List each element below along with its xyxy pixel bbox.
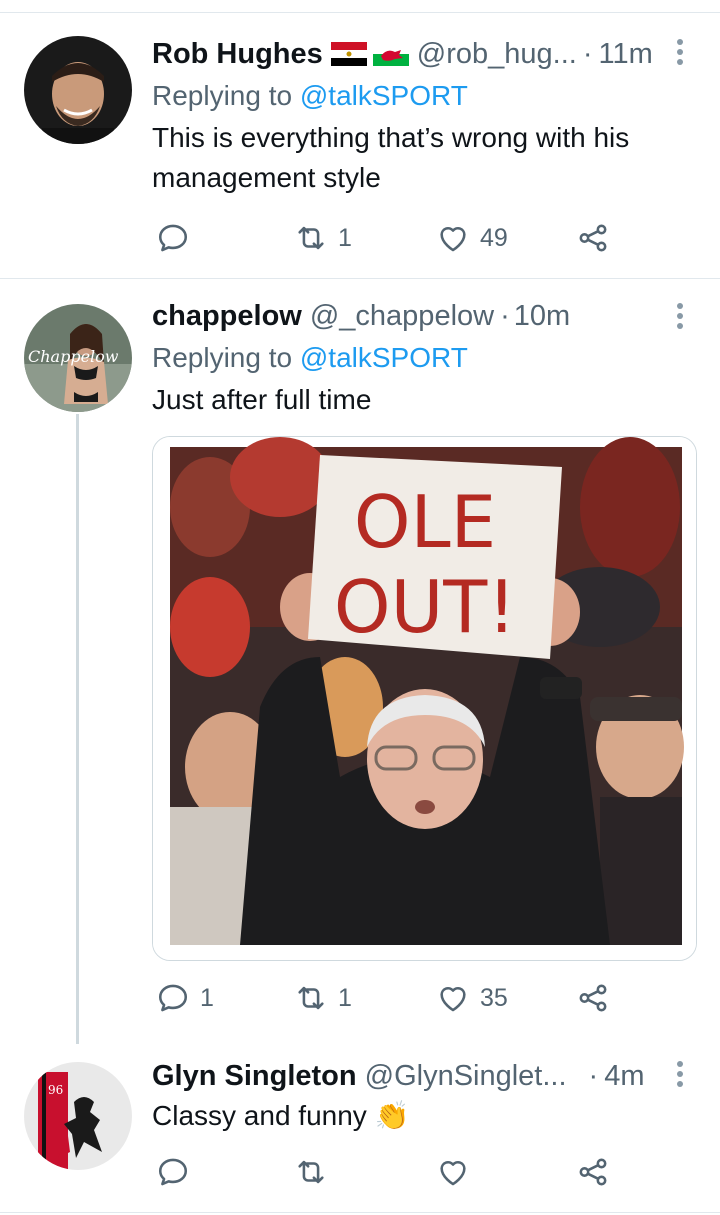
share-button[interactable] [576,1150,610,1194]
author-handle[interactable]: @GlynSinglet... [365,1060,567,1093]
replying-to-link[interactable]: @talkSPORT [300,80,468,111]
timestamp[interactable]: 11m [599,38,653,71]
flag-egypt-icon [330,42,367,66]
separator-dot: · [582,37,593,70]
like-button[interactable]: 35 [436,976,508,1020]
thread-line [76,414,79,1044]
author-name[interactable]: chappelow [152,300,302,333]
like-count: 35 [480,983,508,1012]
author-name[interactable]: Glyn Singleton [152,1060,357,1093]
more-icon[interactable] [660,32,700,72]
share-icon [579,984,607,1012]
replying-to: Replying to @talkSPORT [152,340,700,376]
avatar-watermark: Chappelow [28,347,119,366]
author-handle[interactable]: @_chappelow [310,300,494,333]
reply-count: 1 [200,983,214,1012]
like-icon [440,986,466,1012]
timestamp[interactable]: 4m [604,1060,644,1093]
reply-icon [158,1158,188,1186]
reply-button[interactable] [156,1150,200,1194]
more-icon[interactable] [660,296,700,336]
retweet-icon [298,1160,324,1184]
separator-dot: · [500,299,510,332]
divider [0,278,720,279]
author-handle[interactable]: @rob_hug... [417,38,577,71]
divider [0,12,720,13]
reply-icon [158,224,188,252]
replying-prefix: Replying to [152,342,300,373]
avatar[interactable] [24,36,132,144]
like-count: 49 [480,223,508,252]
tweet-text: Classy and funny 👏 [152,1100,410,1131]
retweet-button[interactable] [294,1150,338,1194]
reply-button[interactable]: 1 [156,976,214,1020]
author-name[interactable]: Rob Hughes [152,38,323,71]
replying-to: Replying to @talkSPORT [152,78,700,114]
share-button[interactable] [576,216,610,260]
replying-prefix: Replying to [152,80,300,111]
like-button[interactable]: 49 [436,216,508,260]
avatar[interactable]: Chappelow [24,304,132,412]
avatar[interactable]: 96 [24,1062,132,1170]
replying-to-link[interactable]: @talkSPORT [300,342,468,373]
avatar-number: 96 [48,1083,63,1097]
share-icon [579,1158,607,1186]
like-icon [440,1160,466,1186]
flag-wales-icon [372,42,409,66]
separator-dot: · [588,1059,599,1092]
retweet-count: 1 [338,223,352,252]
like-button[interactable] [436,1150,480,1194]
retweet-icon [298,226,324,250]
tweet-text: This is everything that’s wrong with his… [152,122,630,193]
reply-button[interactable] [156,216,200,260]
more-icon[interactable] [660,1054,700,1094]
divider [0,1212,720,1213]
reply-icon [158,984,188,1012]
tweet-text: Just after full time [152,384,372,415]
tweet-media-image[interactable]: OLE OUT! [152,436,697,961]
share-button[interactable] [576,976,610,1020]
share-icon [579,224,607,252]
timestamp[interactable]: 10m [514,300,570,333]
retweet-count: 1 [338,983,352,1012]
sign-line-2: OUT! [334,565,516,649]
retweet-button[interactable]: 1 [294,976,352,1020]
retweet-button[interactable]: 1 [294,216,352,260]
sign-line-1: OLE [354,480,496,564]
retweet-icon [298,986,324,1010]
like-icon [440,226,466,252]
